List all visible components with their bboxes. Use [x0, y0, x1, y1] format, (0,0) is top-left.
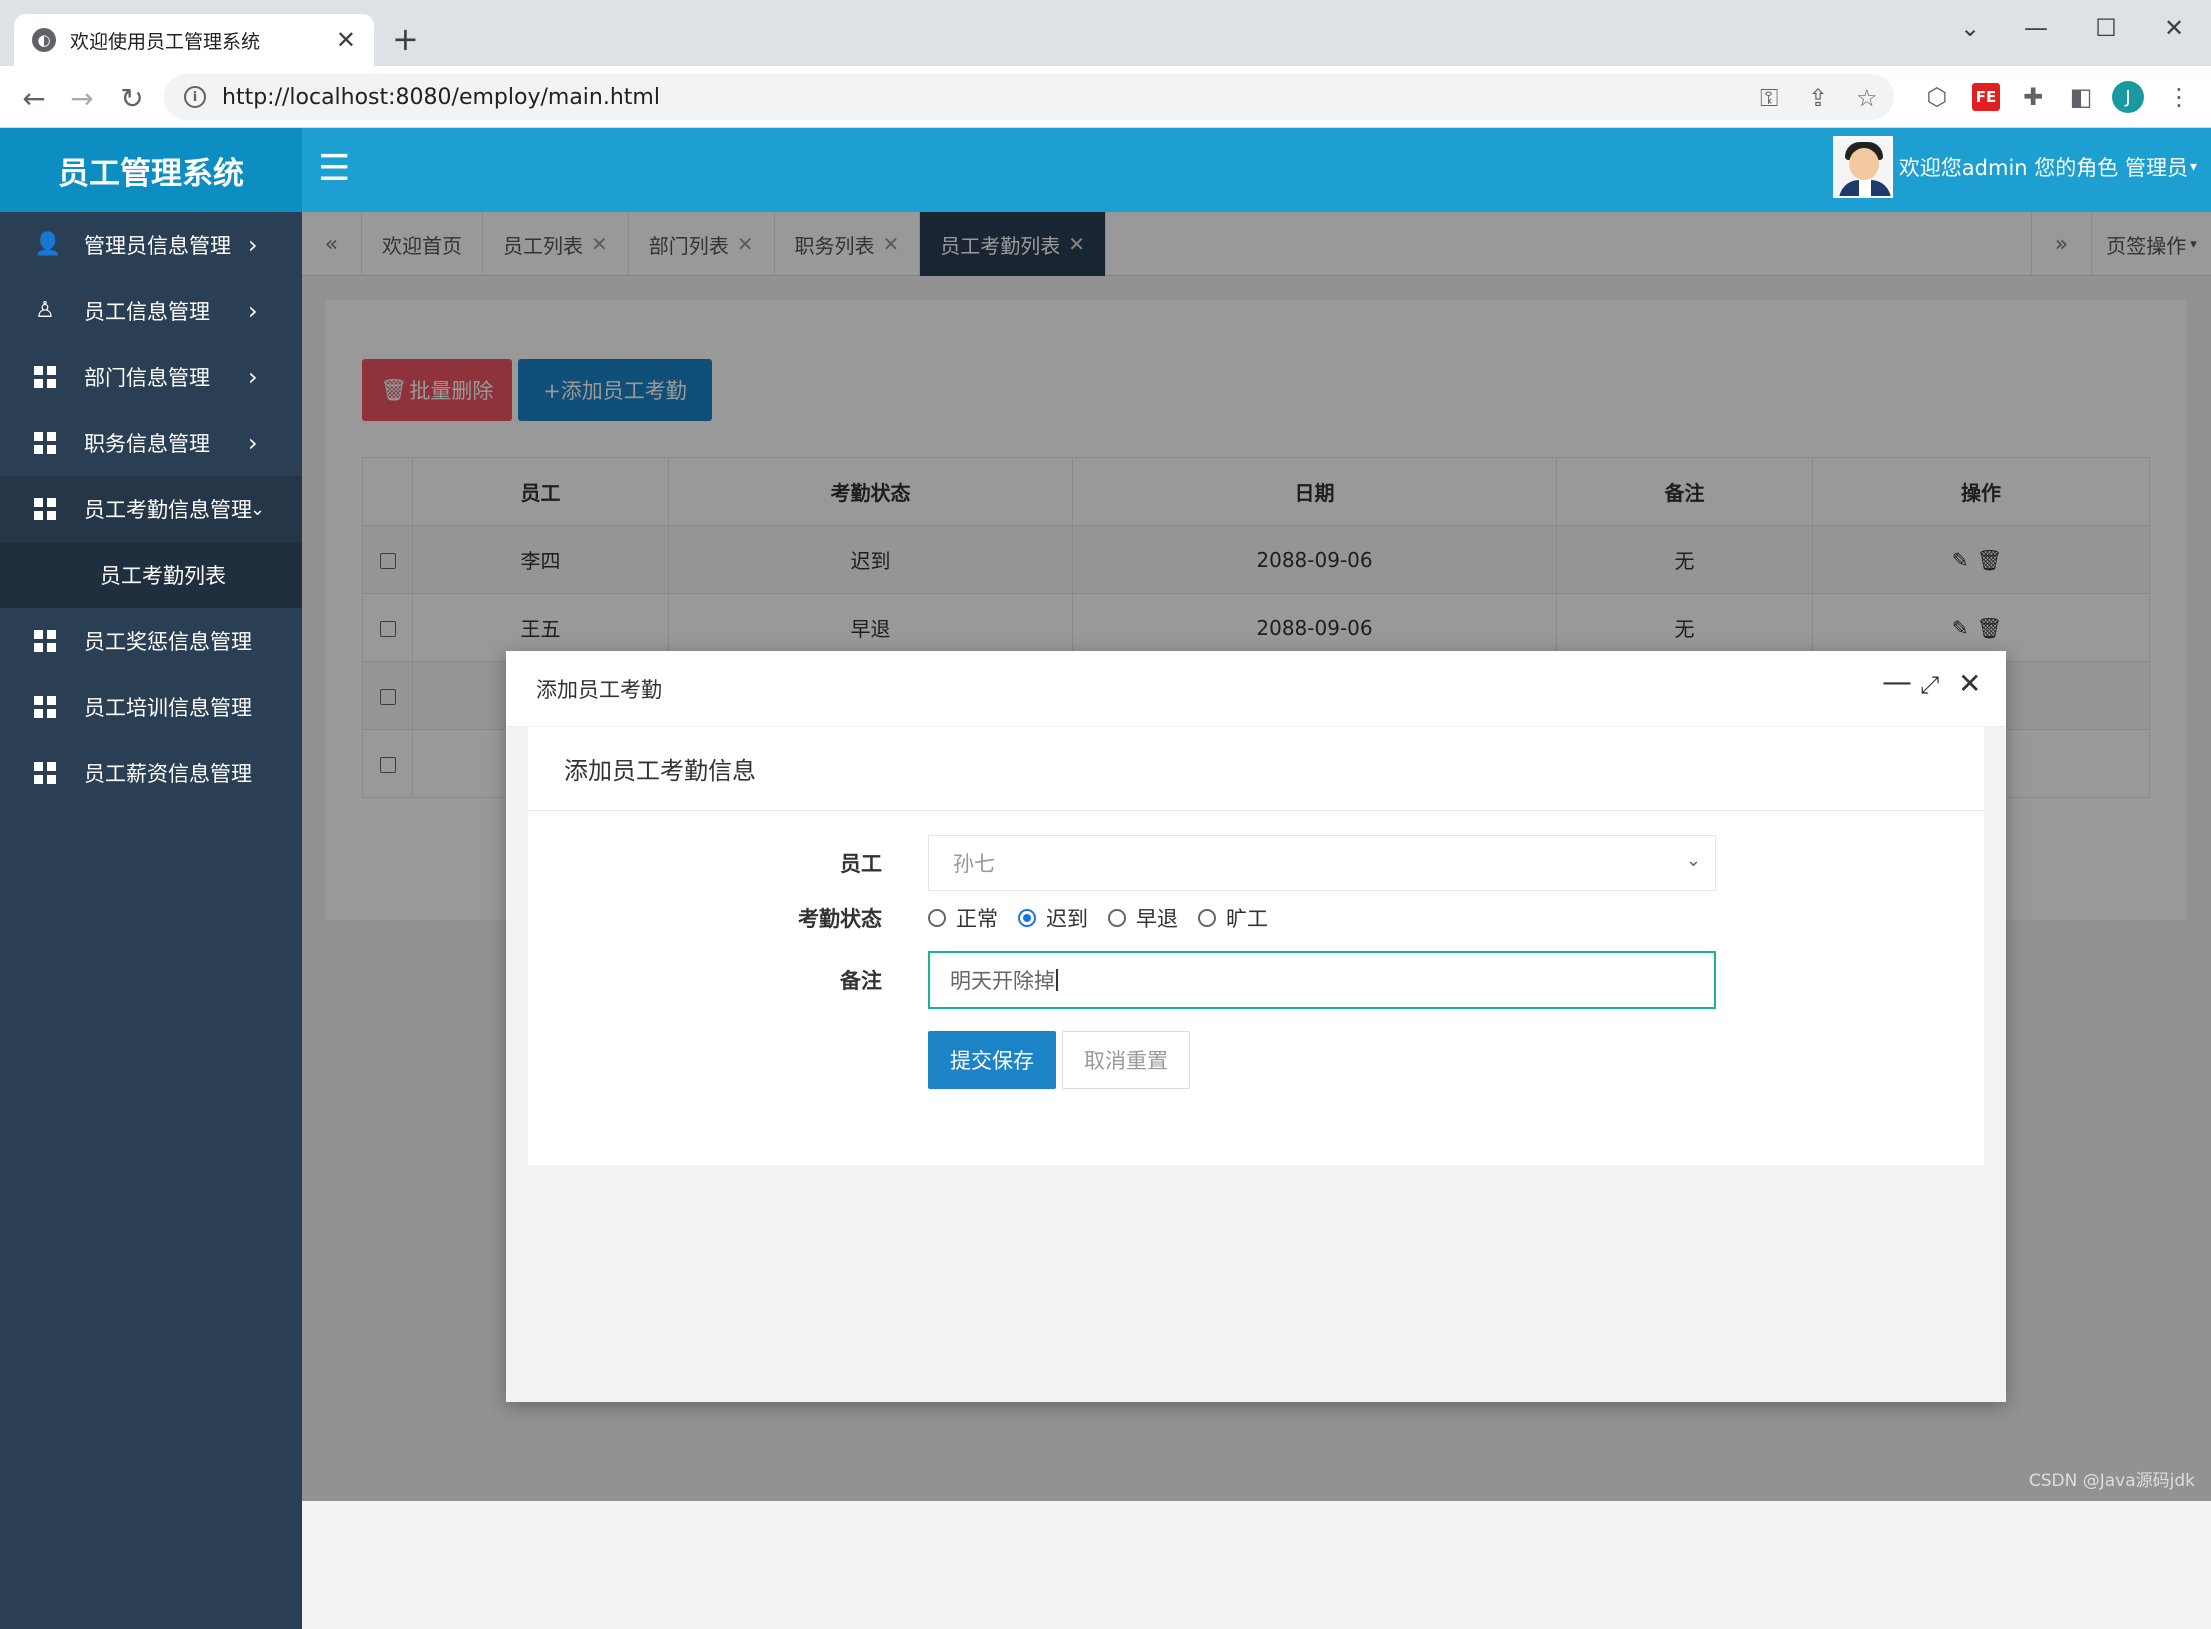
browser-tabbar: ◐ 欢迎使用员工管理系统 ✕ + ⌄ — ☐ ✕: [0, 0, 2211, 66]
sidebar-item-label: 员工考勤信息管理: [84, 498, 252, 522]
employee-row: 员工: [528, 835, 882, 891]
user-welcome-text: 欢迎您admin 您的角色 管理员: [1898, 156, 2188, 180]
form-title: 添加员工考勤信息: [528, 727, 1984, 811]
modal-header: 添加员工考勤 — ⤢ ✕: [506, 651, 2006, 727]
sidebar-item-label: 员工信息管理: [84, 300, 210, 324]
radio-late[interactable]: 迟到: [1018, 903, 1088, 933]
radio-absent[interactable]: 旷工: [1198, 903, 1268, 933]
sidebar-item-training[interactable]: 员工培训信息管理: [0, 674, 302, 740]
forward-icon[interactable]: →: [62, 78, 102, 118]
browser-tab-title: 欢迎使用员工管理系统: [70, 30, 261, 53]
sidebar-item-admin[interactable]: 👤 管理员信息管理 ›: [0, 212, 302, 278]
radio-normal[interactable]: 正常: [928, 903, 998, 933]
chevron-right-icon: ›: [248, 363, 258, 391]
sidebar-item-label: 员工培训信息管理: [84, 696, 252, 720]
add-attendance-modal: 添加员工考勤 — ⤢ ✕ 添加员工考勤信息 员工 孙七 ⌄ 考勤状态 正常 迟到…: [506, 651, 2006, 1402]
back-icon[interactable]: ←: [14, 78, 54, 118]
sidebar-item-rewards[interactable]: 员工奖惩信息管理: [0, 608, 302, 674]
sidepanel-icon[interactable]: ◧: [2064, 80, 2098, 114]
caret-down-icon: ▾: [2189, 159, 2197, 175]
tab-search-chevron-icon[interactable]: ⌄: [1940, 8, 2000, 48]
sidebar-item-label: 员工奖惩信息管理: [84, 630, 252, 654]
profile-avatar[interactable]: J: [2112, 81, 2144, 113]
sidebar: 👤 管理员信息管理 › ♙ 员工信息管理 › 部门信息管理 › 职务信息管理 ›…: [0, 212, 302, 1629]
puzzle-icon[interactable]: ✚: [2016, 80, 2050, 114]
sidebar-item-label: 管理员信息管理: [84, 234, 231, 258]
grid-icon: [34, 762, 56, 784]
close-icon[interactable]: ✕: [1958, 667, 1981, 700]
grid-icon: [34, 498, 56, 520]
new-tab-icon[interactable]: +: [392, 20, 419, 58]
extension-fe-icon[interactable]: FE: [1972, 83, 2000, 111]
user-group-icon: 👤: [34, 232, 62, 257]
status-radio-group: 正常 迟到 早退 旷工: [928, 895, 1288, 941]
chevron-right-icon: ›: [248, 429, 258, 457]
close-tab-icon[interactable]: ✕: [336, 26, 356, 54]
window-close-icon[interactable]: ✕: [2144, 8, 2204, 48]
employee-select-value: 孙七: [953, 852, 995, 876]
globe-icon: ◐: [32, 28, 56, 52]
sidebar-item-label: 职务信息管理: [84, 432, 210, 456]
grid-icon: [34, 366, 56, 388]
status-row: 考勤状态: [528, 895, 882, 941]
status-label: 考勤状态: [798, 907, 882, 931]
employee-label: 员工: [840, 852, 882, 876]
note-row: 备注: [528, 951, 882, 1009]
minimize-icon[interactable]: —: [2006, 8, 2066, 48]
site-info-icon[interactable]: i: [184, 86, 206, 108]
avatar: [1832, 136, 1893, 198]
grid-icon: [34, 630, 56, 652]
sidebar-subitem-attendance-list[interactable]: 员工考勤列表: [0, 542, 302, 608]
reload-icon[interactable]: ↻: [112, 78, 152, 118]
minimize-icon[interactable]: —: [1882, 665, 1912, 700]
modal-title: 添加员工考勤: [536, 677, 662, 702]
sidebar-item-attendance[interactable]: 员工考勤信息管理 ⌄: [0, 476, 302, 542]
sidebar-item-label: 部门信息管理: [84, 366, 210, 390]
chevron-down-icon: ⌄: [250, 498, 266, 520]
note-input[interactable]: 明天开除掉: [928, 951, 1716, 1009]
chevron-right-icon: ›: [248, 231, 258, 259]
note-label: 备注: [840, 969, 882, 993]
hamburger-icon[interactable]: ☰: [318, 148, 350, 189]
chevron-down-icon: ⌄: [1685, 850, 1701, 871]
user-icon: ♙: [35, 298, 55, 323]
top-navbar: 员工管理系统 ☰ 欢迎您admin 您的角色 管理员 ▾: [0, 128, 2211, 212]
user-menu[interactable]: 欢迎您admin 您的角色 管理员 ▾: [1832, 136, 2197, 198]
note-input-value: 明天开除掉: [950, 969, 1055, 993]
modal-form-card: 添加员工考勤信息 员工 孙七 ⌄ 考勤状态 正常 迟到 早退 旷工 备注 明天开…: [528, 727, 1984, 1165]
grid-icon: [34, 432, 56, 454]
brand-title: 员工管理系统: [0, 128, 302, 212]
extension-hex-icon[interactable]: ⬡: [1920, 80, 1954, 114]
cancel-reset-button[interactable]: 取消重置: [1062, 1031, 1190, 1089]
address-bar-row: ← → ↻ i http://localhost:8080/employ/mai…: [0, 66, 2211, 128]
watermark-text: CSDN @Java源码jdk: [2028, 1471, 2195, 1491]
sidebar-item-salary[interactable]: 员工薪资信息管理: [0, 740, 302, 806]
grid-icon: [34, 696, 56, 718]
browser-tab[interactable]: ◐ 欢迎使用员工管理系统 ✕: [14, 14, 374, 66]
chevron-right-icon: ›: [248, 297, 258, 325]
share-icon[interactable]: ⇪: [1808, 84, 1828, 112]
key-icon[interactable]: ⚿: [1760, 84, 1778, 112]
address-input[interactable]: i http://localhost:8080/employ/main.html…: [164, 74, 1894, 120]
radio-early-leave[interactable]: 早退: [1108, 903, 1178, 933]
sidebar-item-position[interactable]: 职务信息管理 ›: [0, 410, 302, 476]
submit-save-button[interactable]: 提交保存: [928, 1031, 1056, 1089]
sidebar-item-employee[interactable]: ♙ 员工信息管理 ›: [0, 278, 302, 344]
star-icon[interactable]: ☆: [1856, 84, 1878, 112]
url-text: http://localhost:8080/employ/main.html: [222, 84, 660, 110]
sidebar-item-department[interactable]: 部门信息管理 ›: [0, 344, 302, 410]
sidebar-item-label: 员工薪资信息管理: [84, 762, 252, 786]
maximize-icon[interactable]: ⤢: [1920, 671, 1939, 699]
menu-dots-icon[interactable]: ⋮: [2162, 80, 2196, 114]
maximize-icon[interactable]: ☐: [2076, 8, 2136, 48]
employee-select[interactable]: 孙七 ⌄: [928, 835, 1716, 891]
